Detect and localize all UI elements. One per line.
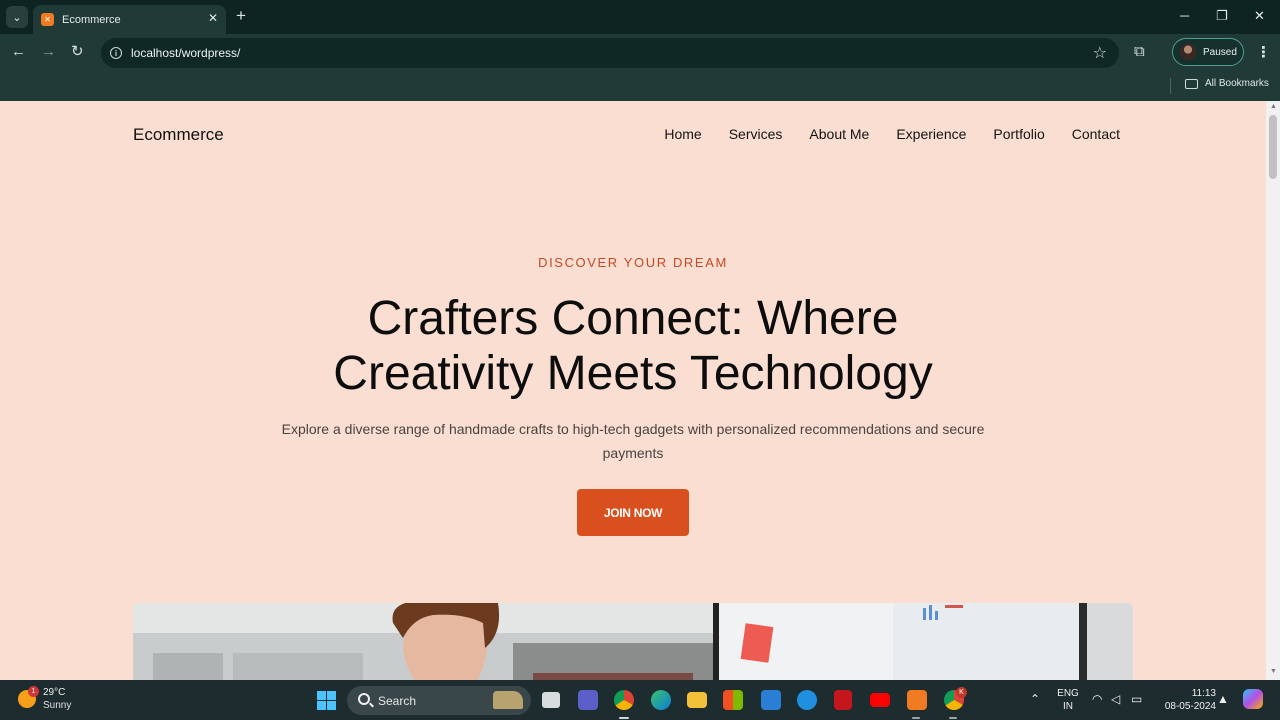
nav-experience[interactable]: Experience <box>896 126 966 142</box>
profile-status: Paused <box>1203 46 1237 58</box>
search-label: Search <box>378 694 417 708</box>
task-view-icon[interactable] <box>542 692 560 708</box>
profile-button[interactable]: Paused <box>1172 38 1244 66</box>
chrome-active-indicator <box>619 717 629 719</box>
help-icon[interactable] <box>797 690 817 710</box>
region-code: IN <box>1063 701 1073 712</box>
address-bar[interactable]: i localhost/wordpress/ ☆ <box>101 38 1119 68</box>
scroll-up-icon[interactable]: ▲ <box>1270 103 1277 110</box>
nav-home[interactable]: Home <box>664 126 701 142</box>
tab-strip: ⌄ ✕ Ecommerce ✕ + ─ ❐ ✕ <box>0 0 1280 34</box>
close-icon[interactable]: ✕ <box>1254 8 1265 24</box>
wifi-icon[interactable]: ◠ <box>1092 693 1102 705</box>
teams-icon[interactable] <box>578 690 598 710</box>
nav-about-me[interactable]: About Me <box>809 126 869 142</box>
xampp-icon[interactable] <box>907 690 927 710</box>
new-tab-icon[interactable]: + <box>236 6 246 26</box>
site-info-icon[interactable]: i <box>110 47 122 59</box>
nav-services[interactable]: Services <box>729 126 783 142</box>
xampp-running-indicator <box>912 717 920 719</box>
maximize-icon[interactable]: ❐ <box>1216 8 1228 24</box>
chevron-up-icon[interactable]: ⌃ <box>1030 693 1040 705</box>
notification-bell-icon[interactable]: ▲ <box>1217 693 1229 705</box>
file-explorer-icon[interactable] <box>687 692 707 708</box>
search-highlight-icon <box>493 691 523 709</box>
windows-start-icon[interactable] <box>317 691 336 710</box>
weather-condition[interactable]: Sunny <box>43 700 71 711</box>
scroll-down-icon[interactable]: ▼ <box>1270 668 1277 675</box>
mytp-app-icon[interactable] <box>761 690 781 710</box>
chrome-profile-badge: K <box>956 687 967 698</box>
chrome-icon[interactable] <box>614 690 634 710</box>
forward-icon[interactable]: → <box>41 44 56 60</box>
bookmarks-divider <box>1170 78 1171 94</box>
tab-close-icon[interactable]: ✕ <box>208 11 218 25</box>
back-icon[interactable]: ← <box>11 44 26 60</box>
kebab-menu-icon[interactable]: ⋮ <box>1256 43 1271 61</box>
hero-headline: Crafters Connect: Where Creativity Meets… <box>233 291 1033 401</box>
main-nav: Home Services About Me Experience Portfo… <box>664 126 1120 142</box>
copilot-icon[interactable] <box>1243 689 1263 709</box>
weather-temp[interactable]: 29°C <box>43 687 65 698</box>
page-scrollbar[interactable]: ▲ ▼ <box>1266 101 1280 680</box>
mcafee-icon[interactable] <box>834 690 852 710</box>
star-icon[interactable]: ☆ <box>1093 43 1107 63</box>
scroll-thumb[interactable] <box>1269 115 1277 179</box>
tab-dropdown-icon[interactable]: ⌄ <box>6 6 28 28</box>
microsoft-store-icon[interactable] <box>723 690 743 710</box>
nav-contact[interactable]: Contact <box>1072 126 1120 142</box>
system-clock[interactable]: 11:13 08-05-2024 <box>1154 687 1216 713</box>
reload-icon[interactable]: ↻ <box>71 44 84 60</box>
weather-badge: 1 <box>28 686 39 697</box>
headline-line-2: Creativity Meets Technology <box>333 347 933 400</box>
edge-icon[interactable] <box>651 690 671 710</box>
chrome-profile-indicator <box>949 717 957 719</box>
page-viewport: Ecommerce Home Services About Me Experie… <box>0 101 1266 680</box>
volume-icon[interactable]: ◁ <box>1111 693 1120 705</box>
taskbar-search[interactable]: Search <box>347 686 531 715</box>
clock-date: 08-05-2024 <box>1164 701 1216 712</box>
clock-time: 11:13 <box>1191 688 1216 699</box>
xampp-favicon-icon: ✕ <box>41 13 54 26</box>
search-icon <box>358 693 370 705</box>
hero-subtext: Explore a diverse range of handmade craf… <box>281 421 985 461</box>
tab-title: Ecommerce <box>62 13 121 26</box>
avatar <box>1180 44 1196 60</box>
language-indicator[interactable]: ENG IN <box>1056 687 1080 713</box>
windows-taskbar: 1 29°C Sunny Search K ⌃ ENG IN ◠ ◁ ▭ 11:… <box>0 680 1280 720</box>
tab-ecommerce[interactable]: ✕ Ecommerce ✕ <box>33 5 226 34</box>
hero-photo <box>133 603 1133 680</box>
bookmarks-bar: All Bookmarks <box>0 72 1280 101</box>
hero-image <box>133 603 1133 680</box>
site-title[interactable]: Ecommerce <box>133 125 224 145</box>
language-code: ENG <box>1057 688 1079 699</box>
nav-portfolio[interactable]: Portfolio <box>993 126 1044 142</box>
minimize-icon[interactable]: ─ <box>1180 8 1189 23</box>
headline-line-1: Crafters Connect: Where <box>367 292 899 345</box>
all-bookmarks-link[interactable]: All Bookmarks <box>1205 78 1269 89</box>
battery-icon[interactable]: ▭ <box>1131 693 1142 705</box>
hero-eyebrow: DISCOVER YOUR DREAM <box>538 255 728 270</box>
youtube-icon[interactable] <box>870 693 890 707</box>
url-text[interactable]: localhost/wordpress/ <box>131 46 240 60</box>
join-now-button[interactable]: JOIN NOW <box>577 489 689 536</box>
folder-icon[interactable] <box>1185 79 1198 89</box>
extensions-icon[interactable]: ⧉ <box>1134 43 1145 60</box>
browser-toolbar: ← → ↻ i localhost/wordpress/ ☆ ⧉ Paused … <box>0 34 1280 72</box>
